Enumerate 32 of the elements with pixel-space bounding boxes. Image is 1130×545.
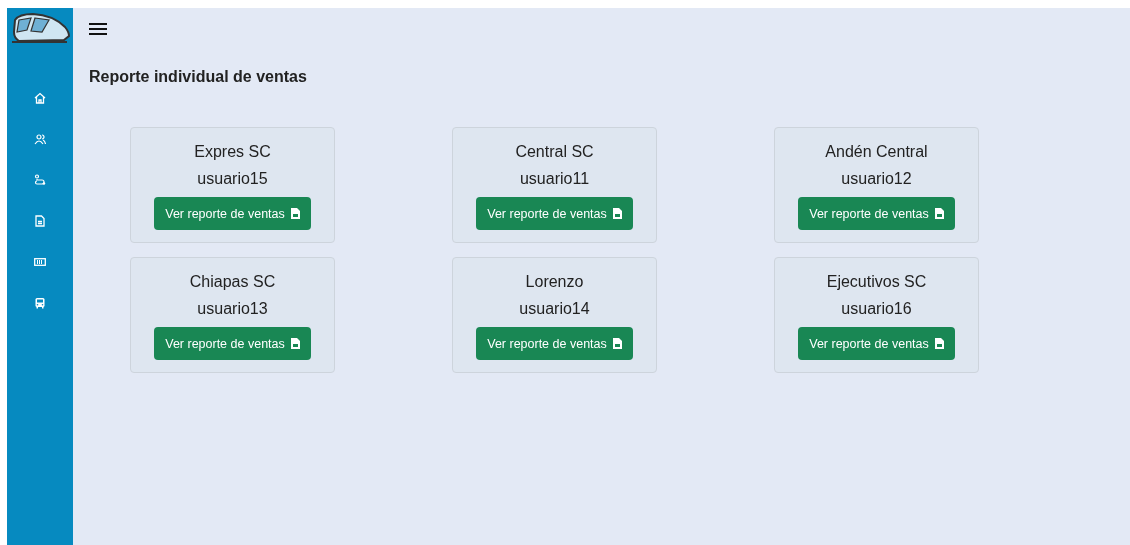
file-icon xyxy=(290,208,300,219)
file-icon xyxy=(612,208,622,219)
user-name: usuario14 xyxy=(519,299,590,319)
sales-report-button[interactable]: Ver reporte de ventas xyxy=(154,197,311,230)
store-name: Lorenzo xyxy=(525,272,584,292)
route-icon[interactable] xyxy=(34,174,46,186)
home-icon[interactable] xyxy=(34,92,46,104)
store-name: Chiapas SC xyxy=(189,272,276,292)
store-name: Andén Central xyxy=(825,142,928,162)
store-name: Ejecutivos SC xyxy=(826,272,927,292)
file-icon xyxy=(612,338,622,349)
sales-report-button[interactable]: Ver reporte de ventas xyxy=(154,327,311,360)
menu-icon[interactable] xyxy=(89,22,107,36)
document-icon[interactable] xyxy=(34,215,46,227)
user-name: usuario12 xyxy=(841,169,912,189)
users-icon[interactable] xyxy=(34,133,46,145)
store-name: Expres SC xyxy=(194,142,271,162)
user-name: usuario15 xyxy=(197,169,268,189)
sales-report-button[interactable]: Ver reporte de ventas xyxy=(476,197,633,230)
user-name: usuario16 xyxy=(841,299,912,319)
user-name: usuario11 xyxy=(519,169,590,189)
store-name: Central SC xyxy=(515,142,594,162)
sales-report-button[interactable]: Ver reporte de ventas xyxy=(798,197,955,230)
bus-icon[interactable] xyxy=(34,297,46,309)
user-name: usuario13 xyxy=(197,299,268,319)
file-icon xyxy=(934,338,944,349)
sales-report-button[interactable]: Ver reporte de ventas xyxy=(798,327,955,360)
sales-report-button[interactable]: Ver reporte de ventas xyxy=(476,327,633,360)
file-icon xyxy=(934,208,944,219)
file-icon xyxy=(290,338,300,349)
ticket-icon[interactable] xyxy=(34,256,46,268)
page-title: Reporte individual de ventas xyxy=(89,68,308,86)
